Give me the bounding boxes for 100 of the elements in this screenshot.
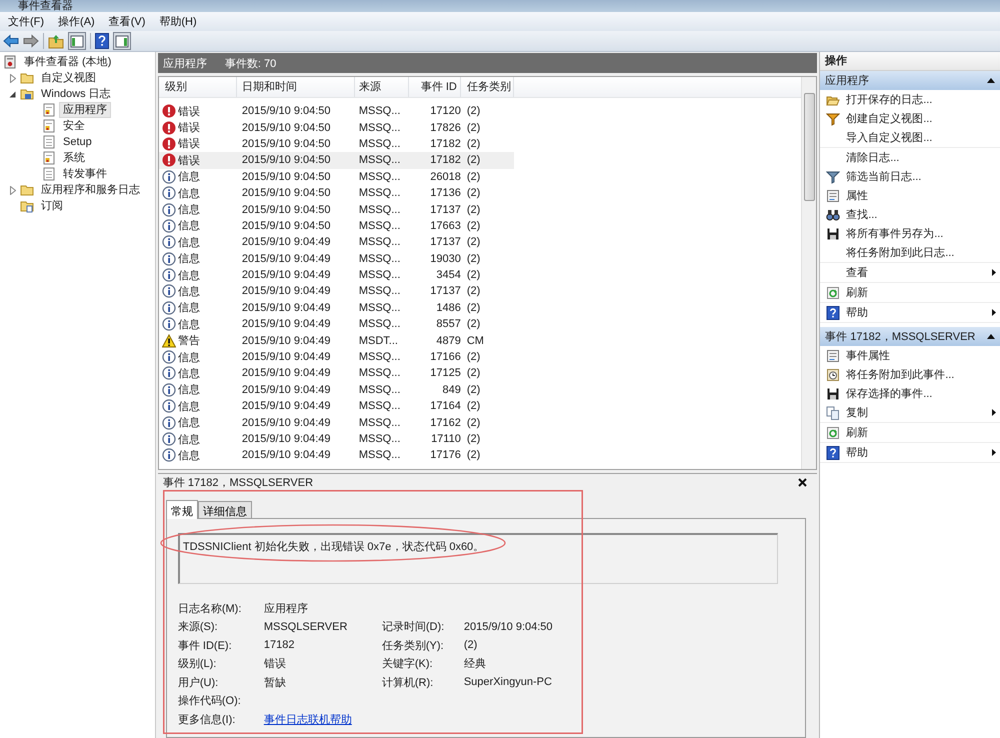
column-header[interactable]: 来源 [354,77,409,97]
table-cell-text: 2015/9/10 9:04:50 [240,204,332,216]
action-item[interactable]: 导入自定义视图... [820,128,1000,147]
table-cell-text: MSSQ... [358,384,402,396]
action-item[interactable]: 帮助 [820,443,1000,462]
table-cell-text: (2) [466,138,482,150]
table-cell-text: MSSQ... [358,416,402,429]
table-cell-text: 信息 [178,318,200,332]
column-header[interactable]: 事件 ID [408,77,461,97]
action-item[interactable]: 将任务附加到此日志... [820,243,1000,262]
pane-title: 应用程序 [162,56,207,70]
action-label: 事件属性 [846,349,892,363]
table-cell-text: 2015/9/10 9:04:49 [240,384,332,396]
tree-item[interactable]: 应用程序和服务日志 [37,182,144,198]
tree-item[interactable]: 订阅 [37,198,67,214]
tree-item[interactable]: Windows 日志 [37,86,115,102]
tree-item[interactable]: Setup [59,134,96,150]
table-cell-text: (2) [466,122,482,134]
field-label: 事件 ID(E): [178,638,233,653]
table-row[interactable]: 警告 2015/9/10 9:04:49 MSDT... 4879 CM [158,332,514,349]
action-item[interactable]: 复制 [820,403,1000,422]
action-item[interactable]: 清除日志... [820,148,1000,167]
table-cell-text: 19030 [429,252,461,265]
table-cell-text: (2) [466,252,482,265]
action-item[interactable]: 帮助 [820,303,1000,322]
table-row[interactable]: 信息 2015/9/10 9:04:49 MSSQ... 17137 (2) [158,283,514,300]
table-cell-text: (2) [466,367,482,380]
table-cell-text: 17110 [430,433,461,445]
menu-item[interactable]: 操作(A) [52,13,101,30]
table-cell-text: (2) [466,384,482,396]
action-item[interactable]: 属性 [820,186,1000,205]
help-link[interactable]: 事件日志联机帮助 [264,712,382,727]
table-row[interactable]: 信息 2015/9/10 9:04:50 MSSQ... 17137 (2) [158,201,514,218]
table-row[interactable]: 信息 2015/9/10 9:04:49 MSSQ... 17166 (2) [158,348,514,366]
table-cell-text: 信息 [178,366,200,381]
section-header[interactable]: 应用程序 [820,71,1000,90]
table-row[interactable]: 信息 2015/9/10 9:04:50 MSSQ... 26018 (2) [158,168,514,185]
table-cell-text: 2015/9/10 9:04:50 [240,138,332,150]
field-label: 记录时间(D): [382,620,446,634]
action-item[interactable]: 筛选当前日志... [820,167,1000,186]
tree-item[interactable]: 自定义视图 [37,70,100,86]
action-item[interactable]: 查看 [820,263,1000,282]
table-row[interactable]: 信息 2015/9/10 9:04:49 MSSQ... 8557 (2) [158,316,514,332]
table-row[interactable]: 信息 2015/9/10 9:04:49 MSSQ... 17162 (2) [158,414,514,431]
action-item[interactable]: 打开保存的日志... [820,90,1000,109]
table-cell-text: 17137 [429,236,461,248]
table-row[interactable]: 信息 2015/9/10 9:04:49 MSSQ... 1486 (2) [158,300,514,316]
action-item[interactable]: 将任务附加到此事件... [820,365,1000,384]
column-header[interactable]: 任务类别 [460,77,514,97]
table-row[interactable]: 信息 2015/9/10 9:04:49 MSSQ... 17125 (2) [158,365,514,382]
column-header[interactable]: 日期和时间 [236,77,355,97]
tree-item[interactable]: 转发事件 [59,166,111,182]
table-cell-text: (2) [466,400,482,412]
action-item[interactable]: 查找... [820,205,1000,224]
action-item[interactable]: 创建自定义视图... [820,109,1000,128]
table-row[interactable]: 信息 2015/9/10 9:04:49 MSSQ... 17164 (2) [158,398,514,414]
column-header[interactable]: 级别 [158,77,237,97]
action-item[interactable]: 事件属性 [820,346,1000,365]
table-row[interactable]: 信息 2015/9/10 9:04:49 MSSQ... 19030 (2) [158,250,514,267]
action-item[interactable]: 刷新 [820,283,1000,302]
action-label: 刷新 [846,286,870,300]
field-value: 错误 [264,657,287,672]
tree-item[interactable]: 应用程序 [59,102,111,118]
table-cell-text: CM [466,334,485,347]
table-cell-text: (2) [466,105,482,118]
table-row[interactable]: 信息 2015/9/10 9:04:49 MSSQ... 3454 (2) [158,266,514,284]
table-row[interactable]: 信息 2015/9/10 9:04:50 MSSQ... 17136 (2) [158,184,514,202]
tree-item[interactable]: 安全 [59,118,89,134]
table-row[interactable]: 信息 2015/9/10 9:04:49 MSSQ... 17110 (2) [158,430,514,448]
table-row[interactable]: 信息 2015/9/10 9:04:49 MSSQ... 17176 (2) [158,447,514,464]
action-item[interactable]: 保存选择的事件... [820,384,1000,403]
tree-item[interactable]: 系统 [59,150,89,166]
table-cell-text: 17166 [429,351,461,364]
table-row[interactable]: 信息 2015/9/10 9:04:49 MSSQ... 17137 (2) [158,234,514,251]
table-row[interactable]: 错误 2015/9/10 9:04:50 MSSQ... 17120 (2) [158,103,514,120]
table-row[interactable]: 信息 2015/9/10 9:04:50 MSSQ... 17663 (2) [158,218,514,234]
table-row[interactable]: 错误 2015/9/10 9:04:50 MSSQ... 17826 (2) [158,119,514,136]
table-row[interactable]: 信息 2015/9/10 9:04:49 MSSQ... 849 (2) [158,382,514,398]
table-cell-text: MSSQ... [358,269,402,282]
table-cell-text: 3454 [435,269,461,282]
menu-item[interactable]: 文件(F) [2,13,50,30]
table-cell-text: 17137 [429,285,461,298]
table-cell-text: 2015/9/10 9:04:49 [240,285,332,298]
table-row[interactable]: 错误 2015/9/10 9:04:50 MSSQ... 17182 (2) [158,136,514,152]
action-item[interactable]: 将所有事件另存为... [820,224,1000,243]
field-value: 2015/9/10 9:04:50 [464,620,554,633]
table-cell-text: 17663 [429,220,461,232]
table-cell-text: MSSQ... [358,220,402,232]
field-label: 更多信息(I): [178,712,236,727]
tab[interactable]: 常规 [166,500,198,519]
action-item[interactable]: 刷新 [820,423,1000,442]
tree-item[interactable]: 事件查看器 (本地) [20,54,116,70]
table-cell-text: (2) [466,170,482,183]
tab[interactable]: 详细信息 [198,501,252,518]
table-cell-text: 17826 [429,122,461,134]
menu-item[interactable]: 帮助(H) [153,13,203,30]
action-label: 将所有事件另存为... [846,227,944,241]
menu-item[interactable]: 查看(V) [102,13,152,30]
section-header[interactable]: 事件 17182，MSSQLSERVER [820,327,1000,346]
table-row[interactable]: 错误 2015/9/10 9:04:50 MSSQ... 17182 (2) [158,152,514,169]
